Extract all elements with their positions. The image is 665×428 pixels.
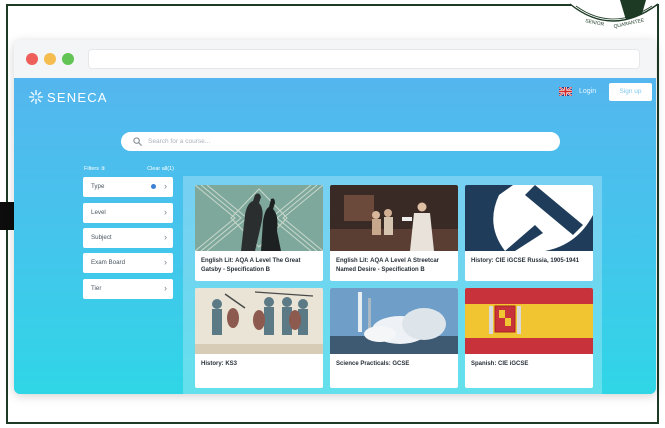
filter-label: Tier — [91, 285, 102, 292]
course-title: History: KS3 — [201, 361, 238, 367]
brand-name: SENECA — [47, 89, 108, 105]
filters-title: Filters ③ — [84, 166, 106, 172]
browser-titlebar — [14, 40, 656, 78]
course-title: English Lit: AQA A Level The Great Gatsb… — [201, 258, 301, 273]
close-window-button[interactable] — [26, 53, 38, 65]
minimize-window-button[interactable] — [44, 53, 56, 65]
course-card[interactable]: History: CIE iGCSE Russia, 1905-1941 — [465, 185, 593, 281]
filters-header: Filters ③ Clear all(1) — [84, 166, 174, 174]
course-card[interactable]: English Lit: AQA A Level The Great Gatsb… — [195, 185, 323, 281]
chevron-right-icon: › — [164, 257, 167, 267]
clear-filters-link[interactable]: Clear all(1) — [147, 166, 174, 172]
course-search-bar[interactable] — [121, 132, 560, 151]
course-thumbnail — [465, 185, 593, 251]
stamp-badge-icon: SENIOR QUARANTEE — [569, 0, 659, 30]
chevron-right-icon: › — [164, 232, 167, 242]
bayeux-tapestry-image — [195, 288, 323, 354]
filter-exam-board[interactable]: Exam Board › — [83, 253, 173, 273]
filter-label: Level — [91, 209, 106, 216]
course-card[interactable]: Spanish: CIE iGCSE — [465, 288, 593, 388]
maximize-window-button[interactable] — [62, 53, 74, 65]
signup-button[interactable]: Sign up — [609, 83, 652, 101]
address-bar[interactable] — [88, 49, 640, 69]
hammer-sickle-image — [465, 185, 593, 251]
uk-flag-icon[interactable] — [559, 87, 572, 96]
filter-label: Exam Board — [91, 259, 126, 266]
course-thumbnail — [465, 288, 593, 354]
course-thumbnail — [330, 288, 458, 354]
gatsby-art-deco-image — [195, 185, 323, 251]
filter-tier[interactable]: Tier › — [83, 279, 173, 299]
course-results-panel: English Lit: AQA A Level The Great Gatsb… — [183, 176, 602, 394]
course-title: Spanish: CIE iGCSE — [471, 361, 529, 367]
seneca-logo-icon — [28, 89, 44, 105]
filter-level[interactable]: Level › — [83, 203, 173, 223]
course-card[interactable]: History: KS3 — [195, 288, 323, 388]
seneca-logo[interactable]: SENECA — [28, 89, 108, 105]
seneca-page: SENECA Login Sign up Filters ③ Clear all… — [14, 78, 656, 394]
course-card[interactable]: English Lit: AQA A Level A Streetcar Nam… — [330, 185, 458, 281]
filter-label: Type — [91, 183, 105, 190]
course-card[interactable]: Science Practicals: GCSE — [330, 288, 458, 388]
filter-subject[interactable]: Subject › — [83, 228, 173, 248]
chevron-right-icon: › — [164, 283, 167, 293]
search-input[interactable] — [148, 134, 548, 149]
course-thumbnail — [330, 185, 458, 251]
chevron-right-icon: › — [164, 181, 167, 191]
stage-play-image — [330, 185, 458, 251]
login-link[interactable]: Login — [579, 88, 596, 95]
spanish-flag-image — [465, 288, 593, 354]
course-title: English Lit: AQA A Level A Streetcar Nam… — [336, 258, 440, 273]
course-title: History: CIE iGCSE Russia, 1905-1941 — [471, 258, 580, 264]
filter-label: Subject — [91, 234, 112, 241]
course-thumbnail — [195, 288, 323, 354]
course-thumbnail — [195, 185, 323, 251]
course-title: Science Practicals: GCSE — [336, 361, 410, 367]
browser-window: SENECA Login Sign up Filters ③ Clear all… — [14, 40, 656, 394]
chevron-right-icon: › — [164, 207, 167, 217]
search-icon — [133, 137, 142, 146]
active-filter-dot — [151, 184, 156, 189]
filter-type[interactable]: Type › — [83, 177, 173, 197]
rocket-launch-image — [330, 288, 458, 354]
